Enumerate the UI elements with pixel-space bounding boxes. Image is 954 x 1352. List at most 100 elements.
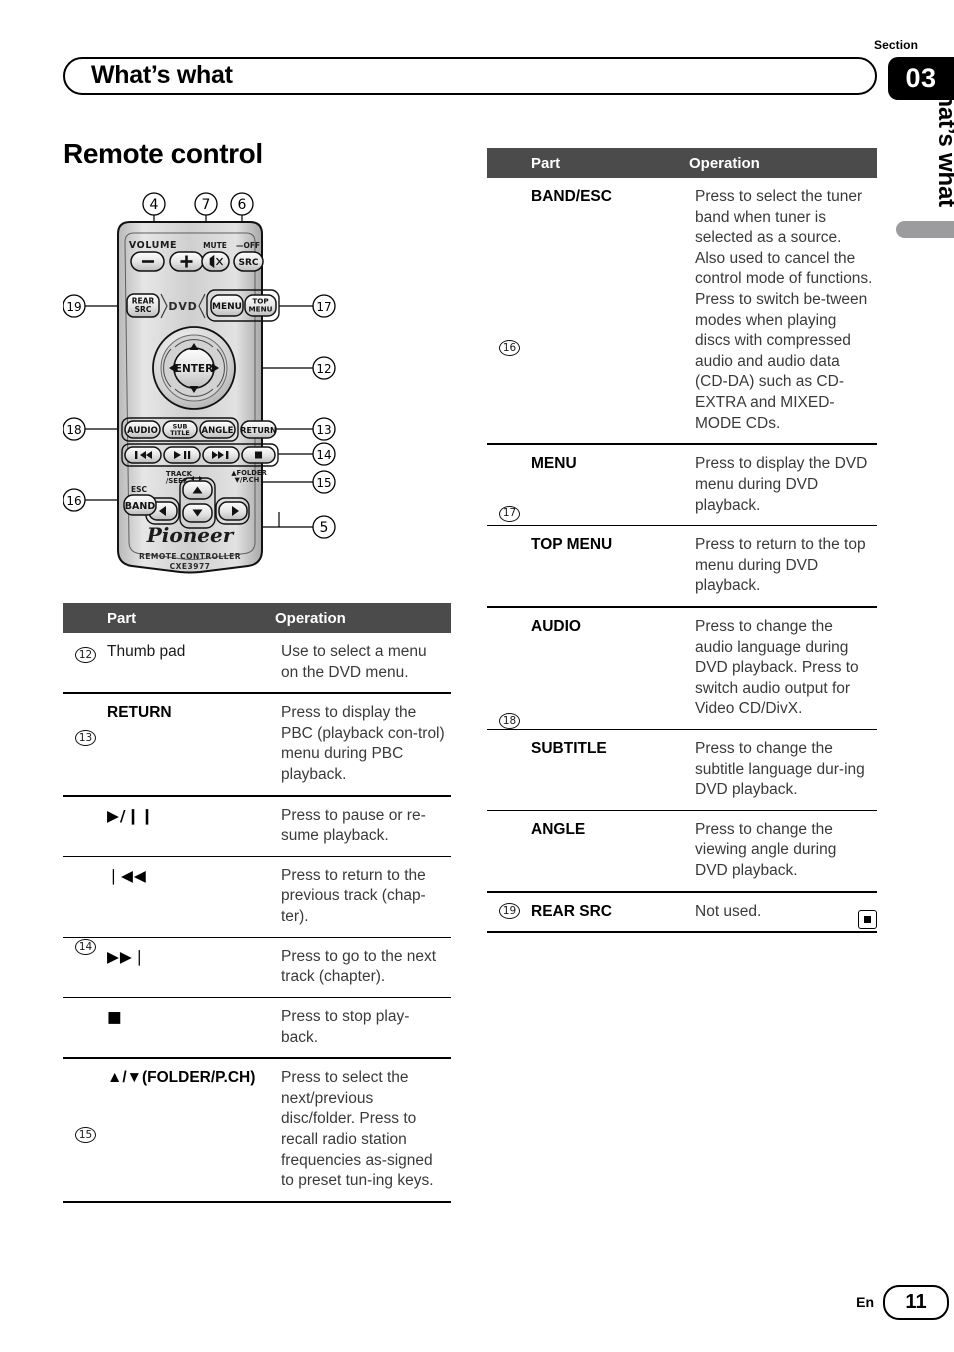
- svg-text:MENU: MENU: [212, 302, 242, 312]
- svg-text:13: 13: [316, 423, 331, 437]
- header-part: Part: [107, 609, 137, 627]
- group-number: 14: [75, 938, 96, 955]
- callout-5: 5: [312, 515, 336, 539]
- remote-parts-table-left: Part Operation 12 Thumb pad Use to selec…: [63, 603, 451, 1203]
- svg-text:14: 14: [316, 448, 331, 462]
- group-number: 18: [499, 713, 520, 730]
- row-part: AUDIO: [531, 617, 581, 635]
- table-row: ▲/▼(FOLDER/P.CH) Press to select the nex…: [63, 1059, 451, 1201]
- svg-text:6: 6: [238, 197, 247, 213]
- svg-text:15: 15: [316, 476, 331, 490]
- row-operation: Press to display the PBC (playback con-t…: [281, 704, 445, 784]
- subtitle-button: SUB TITLE: [162, 420, 198, 439]
- folder-label-2: ▼/P.CH: [235, 476, 260, 484]
- thumb-pad: ENTER: [152, 326, 236, 410]
- dvd-label: DVD: [168, 300, 197, 313]
- esc-label: ESC: [131, 485, 148, 494]
- row-operation: Press to change the subtitle language du…: [695, 740, 865, 799]
- section-word: Section: [874, 38, 919, 52]
- folder-up-button: [182, 480, 213, 500]
- svg-text:12: 12: [316, 362, 331, 376]
- svg-text:SRC: SRC: [135, 305, 152, 314]
- table-group: 18 AUDIO Press to change the audio langu…: [487, 608, 877, 893]
- src-off-label: —OFF: [236, 241, 260, 250]
- row-operation: Press to display the DVD menu during DVD…: [695, 455, 868, 514]
- table-row: ANGLE Press to change the viewing angle …: [487, 809, 877, 891]
- header-operation: Operation: [275, 609, 346, 627]
- row-part: ■: [107, 1007, 123, 1026]
- table-row: ❘◀◀ Press to return to the previous trac…: [63, 855, 451, 937]
- side-tab-label: What’s what: [933, 70, 954, 207]
- remote-caption-2: CXE3977: [170, 562, 211, 571]
- callout-13: 13: [312, 417, 336, 441]
- row-operation: Press to select the tuner band when tune…: [695, 188, 873, 432]
- table-row: TOP MENU Press to return to the top menu…: [487, 525, 877, 606]
- row-operation: Press to pause or re-sume playback.: [281, 806, 426, 845]
- callout-16: 16: [63, 488, 86, 512]
- previous-track-button: [124, 446, 162, 464]
- table-row: ■ Press to stop play-back.: [63, 996, 451, 1057]
- table-group: 19 REAR SRC Not used.: [487, 893, 877, 934]
- callout-12: 12: [312, 356, 336, 380]
- table-row: RETURN Press to display the PBC (playbac…: [63, 694, 451, 794]
- brand-logo: Pioneer: [146, 523, 235, 547]
- group-number: 19: [499, 902, 520, 919]
- callout-7: 7: [194, 192, 218, 216]
- row-operation: Not used.: [695, 902, 762, 920]
- callout-19: 19: [63, 294, 86, 318]
- table-row: Thumb pad Use to select a menu on the DV…: [63, 633, 451, 692]
- row-operation: Use to select a menu on the DVD menu.: [281, 643, 427, 681]
- volume-label: VOLUME: [129, 240, 177, 251]
- callout-18: 18: [63, 417, 86, 441]
- audio-button: AUDIO: [124, 420, 161, 439]
- svg-text:MENU: MENU: [249, 305, 273, 314]
- table-row: AUDIO Press to change the audio language…: [487, 608, 877, 729]
- svg-text:17: 17: [316, 300, 331, 314]
- next-track-button: [202, 446, 240, 464]
- svg-text:RETURN: RETURN: [240, 426, 276, 435]
- chapter-title-bar: What’s what: [63, 57, 877, 95]
- page-title: Remote control: [63, 138, 263, 169]
- svg-text:4: 4: [150, 197, 159, 213]
- src-button: SRC: [233, 251, 264, 272]
- row-operation: Press to return to the previous track (c…: [281, 866, 426, 926]
- group-number: 12: [75, 647, 96, 664]
- svg-text:16: 16: [66, 494, 81, 508]
- row-part: ▶/❙❙: [107, 806, 155, 825]
- remote-control-figure: 4 7 6 19 18 16 17 12 13 14 15 5 VOLUME M…: [63, 182, 453, 582]
- end-of-section-mark: [858, 910, 877, 929]
- callout-15: 15: [312, 470, 336, 494]
- menu-button: MENU: [210, 294, 244, 317]
- volume-minus-button: [130, 251, 165, 272]
- seek-right-button: [218, 501, 248, 521]
- table-row: MENU Press to display the DVD menu durin…: [487, 445, 877, 525]
- table-row: SUBTITLE Press to change the subtitle la…: [487, 729, 877, 810]
- volume-plus-button: [169, 251, 204, 272]
- mute-label: MUTE: [203, 241, 227, 250]
- table-group: 14 ▶/❙❙ Press to pause or re-sume playba…: [63, 797, 451, 1060]
- table-group: 15 ▲/▼(FOLDER/P.CH) Press to select the …: [63, 1059, 451, 1203]
- row-operation: Press to go to the next track (chapter).: [281, 947, 437, 986]
- remote-parts-table-right: Part Operation 16 BAND/ESC Press to sele…: [487, 148, 877, 934]
- row-operation: Press to change the viewing angle during…: [695, 820, 837, 880]
- mute-button: [201, 251, 230, 272]
- row-part: ❘◀◀: [107, 866, 147, 885]
- row-part: Thumb pad: [107, 643, 186, 660]
- return-button: RETURN: [240, 420, 277, 439]
- row-operation: Press to return to the top menu during D…: [695, 536, 866, 595]
- header-part: Part: [531, 154, 561, 172]
- svg-text:ANGLE: ANGLE: [202, 426, 234, 436]
- table-group: 12 Thumb pad Use to select a menu on the…: [63, 633, 451, 695]
- group-number: 17: [499, 505, 520, 522]
- svg-text:5: 5: [320, 520, 329, 536]
- callout-14: 14: [312, 442, 336, 466]
- rear-src-button: REAR SRC: [126, 293, 160, 318]
- top-menu-button: TOP MENU: [244, 294, 277, 317]
- row-part: ▶▶❘: [107, 947, 147, 966]
- group-number: 15: [75, 1127, 96, 1144]
- table-group: 17 MENU Press to display the DVD menu du…: [487, 445, 877, 608]
- play-pause-button: [163, 446, 201, 464]
- remote-caption-1: REMOTE CONTROLLER: [139, 552, 241, 561]
- row-part: TOP MENU: [531, 536, 613, 554]
- group-number: 13: [75, 730, 96, 747]
